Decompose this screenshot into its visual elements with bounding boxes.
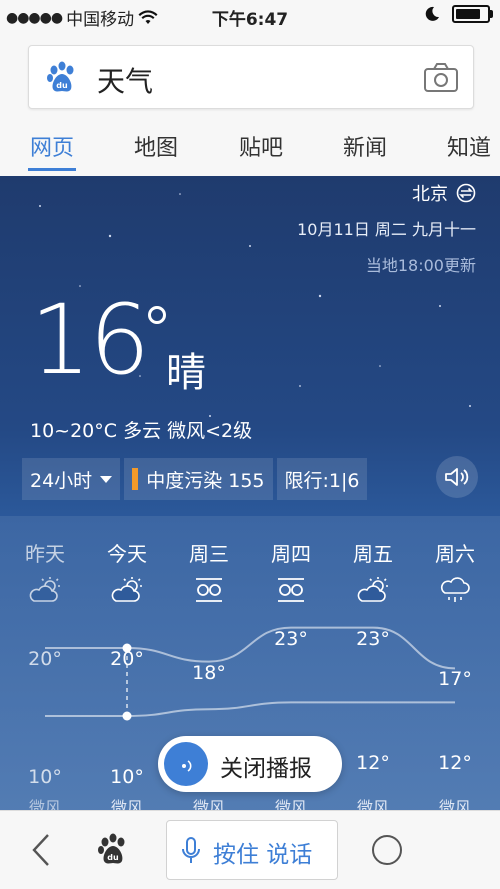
wind-label: 微风 <box>274 798 307 810</box>
day-name: 周四 <box>271 542 311 566</box>
weather-summary: 10~20°C 多云 微风<2级 <box>30 420 253 442</box>
haze-icon <box>168 575 250 607</box>
today-low-point <box>122 711 132 721</box>
search-query[interactable]: 天气 <box>97 60 153 100</box>
hold-to-talk-button[interactable]: 按住 说话 <box>166 820 338 880</box>
battery-icon <box>452 5 493 23</box>
high-temp: 23° <box>274 628 308 650</box>
current-temperature: 16 <box>30 284 150 396</box>
hours-chip-label: 24小时 <box>30 469 93 492</box>
city-name: 北京 <box>412 184 448 205</box>
weather-chips: 24小时 中度污染 155 限行:1|6 <box>22 458 368 500</box>
tab-web[interactable]: 网页 <box>30 130 74 162</box>
partly-cloudy-icon <box>86 575 168 607</box>
degree-symbol <box>148 306 166 324</box>
partly-cloudy-icon <box>332 575 414 607</box>
restriction-chip-label: 限行:1|6 <box>284 469 360 492</box>
restriction-chip[interactable]: 限行:1|6 <box>276 458 368 500</box>
microphone-icon <box>182 837 200 863</box>
forecast-day[interactable]: 周六 <box>414 538 496 607</box>
partly-cloudy-icon <box>4 575 86 607</box>
status-bar: ●●●●● 中国移动 下午6:47 <box>0 0 500 32</box>
high-temp: 17° <box>438 668 472 690</box>
city-selector[interactable]: 北京 <box>412 180 476 206</box>
day-name: 昨天 <box>25 542 65 566</box>
tab-news[interactable]: 新闻 <box>343 130 387 162</box>
bottom-toolbar: du 按住 说话 <box>0 810 500 889</box>
pollution-chip[interactable]: 中度污染 155 <box>124 458 273 500</box>
svg-text:du: du <box>56 81 68 90</box>
hold-to-talk-label: 按住 说话 <box>213 842 313 868</box>
svg-text:du: du <box>107 853 119 862</box>
sound-wave-icon <box>182 760 192 772</box>
high-temp: 23° <box>356 628 390 650</box>
camera-icon[interactable] <box>423 61 459 93</box>
stop-broadcast-button[interactable]: 关闭播报 <box>158 736 342 792</box>
wind-label: 微风 <box>438 798 471 810</box>
baidu-paw-icon: du <box>47 61 74 92</box>
high-temp: 20° <box>28 648 62 670</box>
search-tabs: 网页 地图 贴吧 新闻 知道 <box>0 122 500 174</box>
pollution-chip-label: 中度污染 155 <box>146 469 265 492</box>
speaker-button[interactable] <box>436 456 478 498</box>
low-temp-curve <box>45 701 455 717</box>
forecast-day[interactable]: 昨天 <box>4 538 86 607</box>
tab-zhidao[interactable]: 知道 <box>447 130 491 162</box>
active-tab-indicator <box>28 168 76 171</box>
high-temp: 18° <box>192 662 226 684</box>
forecast-day[interactable]: 周三 <box>168 538 250 607</box>
low-temp: 12° <box>438 752 472 774</box>
moon-icon <box>425 6 439 21</box>
wind-label: 微风 <box>356 798 389 810</box>
back-arrow-icon[interactable] <box>30 833 52 867</box>
speaker-icon <box>445 468 469 486</box>
status-right <box>424 5 493 23</box>
day-name: 周三 <box>189 542 229 566</box>
day-name: 今天 <box>107 542 147 566</box>
dropdown-arrow-icon <box>100 475 113 483</box>
hours-chip[interactable]: 24小时 <box>22 458 121 500</box>
rain-icon <box>414 575 496 607</box>
tab-map[interactable]: 地图 <box>134 130 178 162</box>
low-temp: 12° <box>356 752 390 774</box>
day-name: 周五 <box>353 542 393 566</box>
baidu-home-icon[interactable]: du <box>96 833 130 867</box>
update-time: 当地18:00更新 <box>365 256 476 275</box>
forecast-day[interactable]: 今天 <box>86 538 168 607</box>
date-line: 10月11日 周二 九月十一 <box>297 220 476 239</box>
windows-icon[interactable] <box>370 833 404 867</box>
forecast-day[interactable]: 周四 <box>250 538 332 607</box>
wind-label: 微风 <box>192 798 225 810</box>
weather-card: 北京 10月11日 周二 九月十一 当地18:00更新 16 晴 10~20°C… <box>0 176 500 810</box>
haze-icon <box>250 575 332 607</box>
low-temp: 10° <box>28 766 62 788</box>
current-condition: 晴 <box>166 350 206 396</box>
pollution-level-bar <box>132 468 139 490</box>
wind-label: 微风 <box>28 798 61 810</box>
broadcast-indicator <box>164 742 208 786</box>
stop-broadcast-label: 关闭播报 <box>220 756 312 782</box>
wind-label: 微风 <box>110 798 143 810</box>
tab-tieba[interactable]: 贴吧 <box>239 130 283 162</box>
search-box[interactable]: du 天气 <box>28 45 474 109</box>
forecast-day[interactable]: 周五 <box>332 538 414 607</box>
low-temp: 10° <box>110 766 144 788</box>
switch-city-icon <box>456 183 476 203</box>
day-name: 周六 <box>435 542 475 566</box>
high-temp: 20° <box>110 648 144 670</box>
